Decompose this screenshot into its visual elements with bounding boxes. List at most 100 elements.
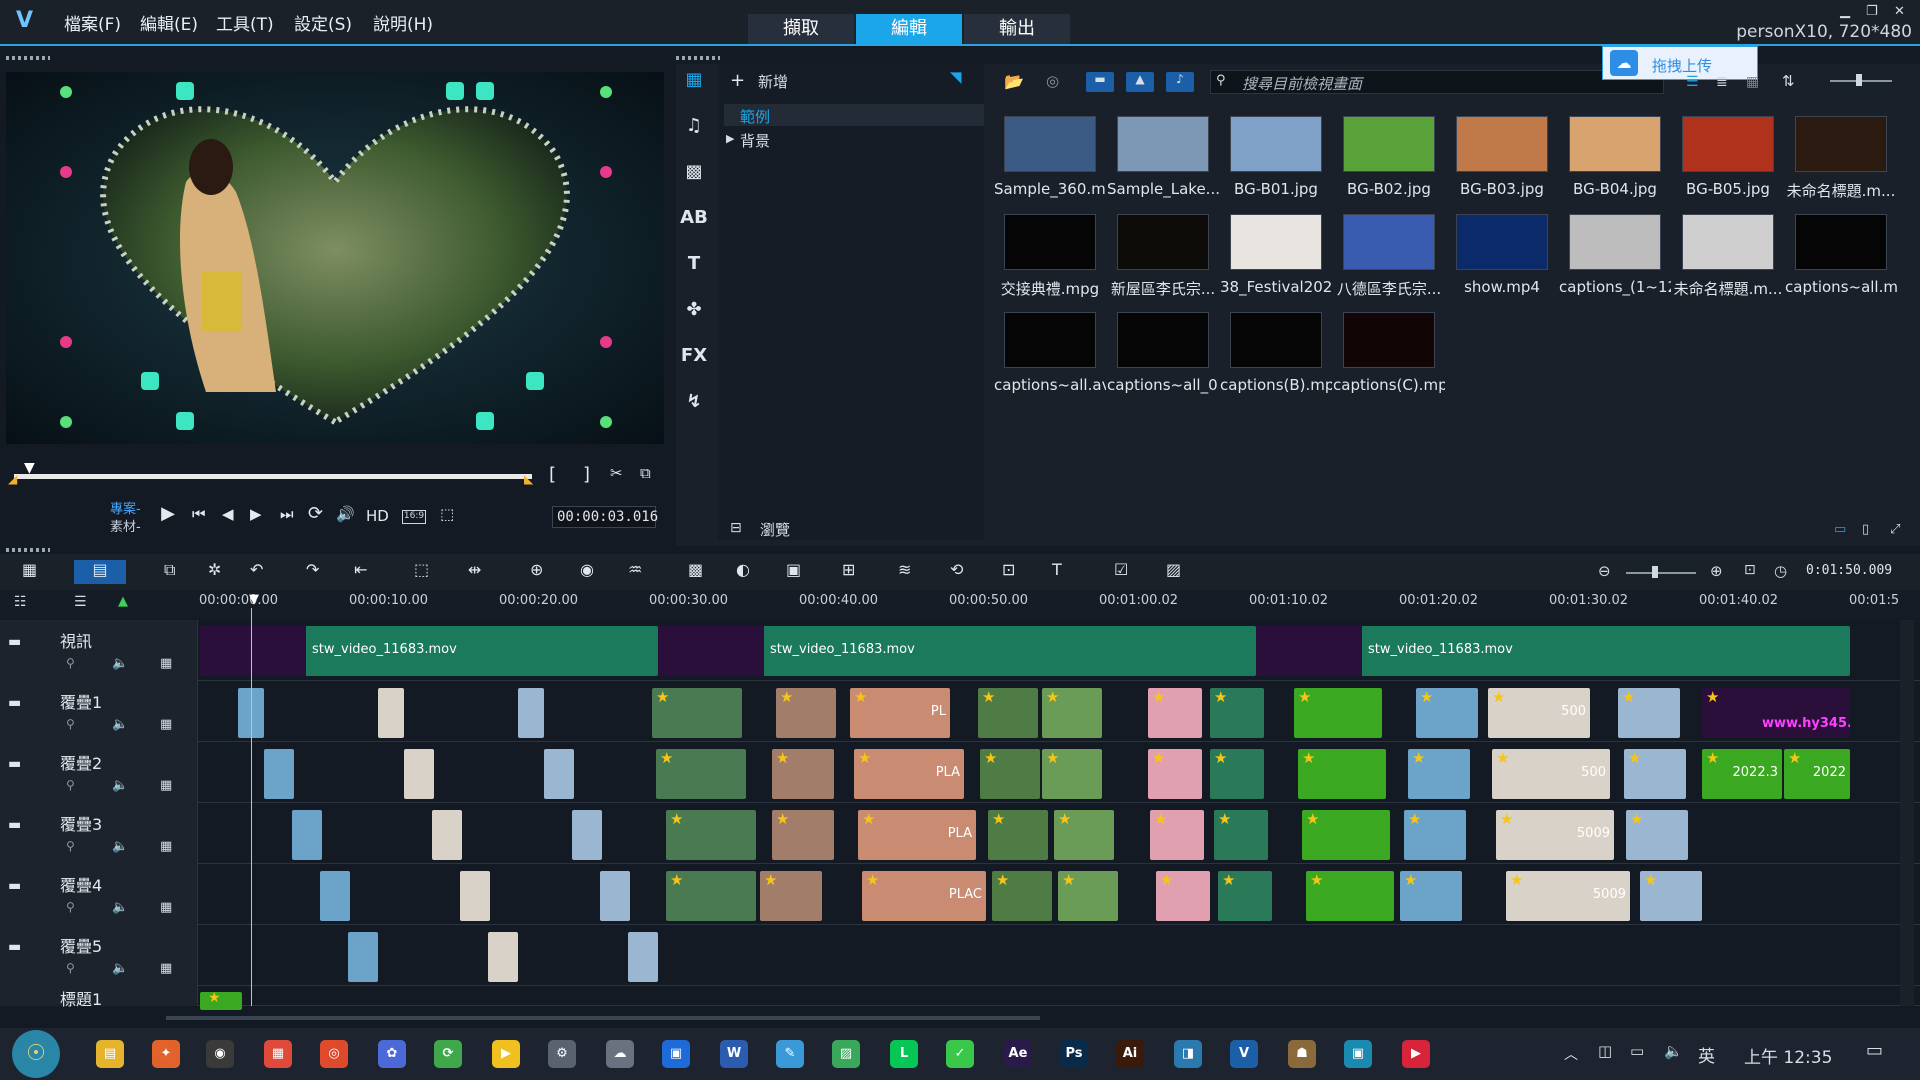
media-icon[interactable]: ▦ bbox=[680, 66, 708, 94]
start-button-icon[interactable]: ☉ bbox=[12, 1030, 60, 1078]
app-icon-12[interactable]: ☗ bbox=[1288, 1040, 1316, 1068]
overlay-clip[interactable]: ★ 2022 bbox=[1784, 749, 1850, 799]
media-thumbnail[interactable] bbox=[1230, 116, 1322, 172]
media-name[interactable]: BG-B03.jpg bbox=[1446, 180, 1558, 198]
subtitle-editor-icon[interactable]: ▣ bbox=[786, 560, 801, 584]
home-icon[interactable]: ⏮ bbox=[192, 505, 206, 523]
mode-clip[interactable]: 素材- bbox=[110, 516, 141, 535]
media-name[interactable]: 38_Festival202... bbox=[1220, 278, 1332, 296]
timecode-field[interactable]: 00:00:03.016 bbox=[552, 506, 658, 528]
minimize-icon[interactable]: ▁ bbox=[1840, 4, 1850, 19]
app-logo-icon[interactable]: V bbox=[16, 8, 40, 33]
overlay-clip[interactable]: ★ bbox=[772, 810, 834, 860]
media-name[interactable]: captions_(1~12... bbox=[1559, 278, 1671, 296]
expand-icon[interactable]: ▶ bbox=[726, 132, 734, 145]
fit-project-icon[interactable]: ⊡ bbox=[1744, 562, 1756, 578]
menu-file[interactable]: 檔案(F) bbox=[64, 10, 121, 35]
timeline-view-icon[interactable]: ▤ bbox=[74, 560, 126, 584]
overlay-clip[interactable]: ★ bbox=[1416, 688, 1478, 738]
enlarge-preview-icon[interactable]: ⧉ bbox=[640, 464, 651, 482]
tray-chevron-icon[interactable]: ︿ bbox=[1564, 1044, 1578, 1064]
media-thumbnail[interactable] bbox=[1004, 312, 1096, 368]
media-name[interactable]: captions~all.avi bbox=[994, 376, 1106, 394]
video-clip[interactable]: stw_video_11683.mov bbox=[1256, 626, 1850, 676]
overlay-clip[interactable] bbox=[460, 871, 490, 921]
app-icon-5[interactable]: ⟳ bbox=[434, 1040, 462, 1068]
link-icon[interactable]: ⚲ bbox=[66, 900, 75, 914]
filter-fx-icon[interactable]: FX bbox=[680, 342, 708, 370]
overlay-clip[interactable]: ★ bbox=[1218, 871, 1272, 921]
app-icon-10[interactable]: ✓ bbox=[946, 1040, 974, 1068]
overlay-clip[interactable]: ★ bbox=[666, 871, 756, 921]
library-expand-icon[interactable]: ⤢ bbox=[1890, 522, 1900, 537]
overlay-clip[interactable]: ★ bbox=[992, 871, 1052, 921]
show-video-icon[interactable]: ▬ bbox=[1086, 72, 1114, 92]
media-thumbnail[interactable] bbox=[1117, 116, 1209, 172]
overlay-clip[interactable]: ★ 500 bbox=[1488, 688, 1590, 738]
media-item[interactable]: Sample_Lake.... bbox=[1107, 112, 1219, 206]
media-name[interactable]: 新屋區李氏宗... bbox=[1107, 278, 1219, 299]
link-icon[interactable]: ⚲ bbox=[66, 778, 75, 792]
ripple-icon[interactable]: ⇹ bbox=[468, 560, 481, 584]
media-name[interactable]: show.mp4 bbox=[1446, 278, 1558, 296]
overlay-clip[interactable] bbox=[432, 810, 462, 860]
media-thumbnail[interactable] bbox=[1343, 116, 1435, 172]
split-screen-icon[interactable]: ▩ bbox=[688, 560, 703, 584]
overlay-clip[interactable]: ★ bbox=[988, 810, 1048, 860]
media-name[interactable]: BG-B04.jpg bbox=[1559, 180, 1671, 198]
media-item[interactable]: captions~all.m... bbox=[1785, 210, 1897, 304]
media-item[interactable]: captions~all_0... bbox=[1107, 308, 1219, 402]
notification-icon[interactable]: ▭ bbox=[1866, 1040, 1883, 1061]
app-icon-13[interactable]: ▣ bbox=[1344, 1040, 1372, 1068]
timeline-track[interactable] bbox=[0, 925, 1920, 986]
thumb-size-handle[interactable] bbox=[1856, 74, 1862, 86]
panel-grip[interactable] bbox=[6, 56, 50, 60]
track-manager-icon[interactable]: ☷ bbox=[14, 594, 27, 610]
media-thumbnail[interactable] bbox=[1795, 116, 1887, 172]
media-thumbnail[interactable] bbox=[1682, 116, 1774, 172]
media-name[interactable]: BG-B05.jpg bbox=[1672, 180, 1784, 198]
app-icon-1[interactable]: ✦ bbox=[152, 1040, 180, 1068]
link-icon[interactable]: ⚲ bbox=[66, 656, 75, 670]
timeline-vertical-scrollbar[interactable] bbox=[1900, 620, 1914, 1006]
smart-package-icon[interactable]: ▨ bbox=[1166, 560, 1181, 584]
media-thumbnail[interactable] bbox=[1569, 214, 1661, 270]
auto-music-icon[interactable]: ✲ bbox=[208, 560, 221, 584]
motion-tracking-icon[interactable]: ⊕ bbox=[530, 560, 543, 584]
track-volume-icon[interactable]: 🔈 bbox=[112, 717, 128, 732]
overlay-clip[interactable]: ★ PLA bbox=[858, 810, 976, 860]
rotate-icon[interactable]: ⟲ bbox=[950, 560, 963, 584]
playhead-marker-icon[interactable]: ▼ bbox=[24, 460, 35, 476]
redo-icon[interactable]: ↷ bbox=[306, 560, 319, 584]
media-item[interactable]: captions(B).mp4 bbox=[1220, 308, 1332, 402]
audio-icon[interactable]: ♫ bbox=[680, 112, 708, 140]
video-clip[interactable]: stw_video_11683.mov bbox=[200, 626, 658, 676]
zoom-out-icon[interactable]: ⊖ bbox=[1598, 562, 1611, 580]
media-name[interactable]: captions~all.m... bbox=[1785, 278, 1897, 296]
upload-label[interactable]: 拖拽上传 bbox=[1652, 55, 1712, 76]
track-volume-icon[interactable]: 🔈 bbox=[112, 900, 128, 915]
track-ripple-icon[interactable]: ▦ bbox=[160, 717, 172, 732]
overlay-clip[interactable]: ★ bbox=[1148, 749, 1202, 799]
media-item[interactable]: 新屋區李氏宗... bbox=[1107, 210, 1219, 304]
track-ripple-icon[interactable]: ▦ bbox=[160, 778, 172, 793]
overlay-clip[interactable] bbox=[488, 932, 518, 982]
track-ripple-icon[interactable]: ▦ bbox=[160, 961, 172, 976]
timeline-track[interactable] bbox=[0, 986, 1920, 1006]
overlay-clip[interactable]: ★ bbox=[1408, 749, 1470, 799]
media-name[interactable]: Sample_Lake.... bbox=[1107, 180, 1219, 198]
overlay-clip[interactable]: ★ bbox=[666, 810, 756, 860]
link-icon[interactable]: ⚲ bbox=[66, 961, 75, 975]
close-icon[interactable]: ✕ bbox=[1894, 4, 1905, 19]
zoom-in-icon[interactable]: ⊕ bbox=[1710, 562, 1723, 580]
track-ripple-icon[interactable]: ▦ bbox=[160, 656, 172, 671]
file-explorer-icon[interactable]: ▤ bbox=[96, 1040, 124, 1068]
media-name[interactable]: 八德區李氏宗... bbox=[1333, 278, 1445, 299]
previous-frame-icon[interactable]: ◀ bbox=[222, 505, 234, 523]
app-icon-9[interactable]: ▨ bbox=[832, 1040, 860, 1068]
overlay-clip[interactable] bbox=[572, 810, 602, 860]
speaker-icon[interactable]: 🔈 bbox=[1664, 1042, 1683, 1060]
menu-tools[interactable]: 工具(T) bbox=[216, 10, 274, 35]
photoshop-icon[interactable]: Ps bbox=[1060, 1040, 1088, 1068]
fit-clip-icon[interactable]: ⇤ bbox=[354, 560, 367, 584]
